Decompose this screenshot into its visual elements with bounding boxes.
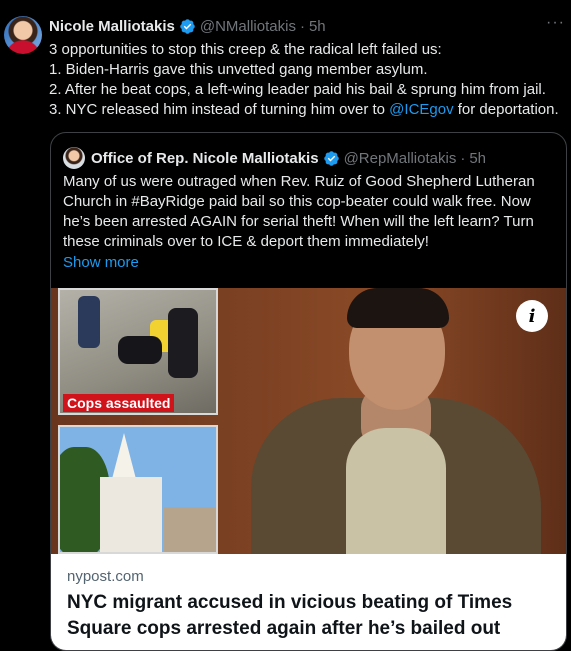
- verified-badge-icon: [323, 150, 339, 166]
- quote-author-handle[interactable]: @RepMalliotakis: [344, 150, 457, 167]
- quote-time[interactable]: 5h: [469, 150, 486, 167]
- suspect-photo: [251, 288, 566, 554]
- author-name[interactable]: Nicole Malliotakis: [49, 18, 175, 35]
- verified-badge-icon: [180, 18, 195, 34]
- tweet-text-end: for deportation.: [453, 101, 559, 118]
- card-image[interactable]: Cops assaulted i: [51, 288, 566, 554]
- tweet-text: 3 opportunities to stop this creep & the…: [49, 40, 571, 120]
- separator-dot: ·: [460, 149, 466, 167]
- tweet-time[interactable]: 5h: [309, 18, 326, 35]
- tweet[interactable]: Nicole Malliotakis @NMalliotakis · 5h ··…: [0, 0, 571, 651]
- quote-header: Office of Rep. Nicole Malliotakis @RepMa…: [63, 147, 486, 169]
- ellipsis-icon[interactable]: ···: [546, 14, 565, 32]
- separator-dot: ·: [299, 17, 305, 35]
- quote-avatar[interactable]: [63, 147, 85, 169]
- assault-photo: Cops assaulted: [58, 288, 218, 415]
- author-avatar[interactable]: [4, 16, 42, 54]
- author-handle[interactable]: @NMalliotakis: [200, 18, 296, 35]
- card-meta[interactable]: nypost.com NYC migrant accused in viciou…: [51, 554, 566, 650]
- card-domain: nypost.com: [67, 568, 144, 585]
- info-icon[interactable]: i: [516, 300, 548, 332]
- card-headline[interactable]: NYC migrant accused in vicious beating o…: [67, 590, 557, 642]
- quote-text: Many of us were outraged when Rev. Ruiz …: [63, 173, 535, 250]
- quote-author-name[interactable]: Office of Rep. Nicole Malliotakis: [91, 150, 319, 167]
- mention-link[interactable]: @ICEgov: [389, 101, 453, 118]
- link-card[interactable]: Cops assaulted i nypost.com NYC migrant …: [51, 288, 566, 650]
- show-more-link[interactable]: Show more: [63, 254, 139, 271]
- image-caption: Cops assaulted: [63, 394, 175, 412]
- quoted-tweet[interactable]: Office of Rep. Nicole Malliotakis @RepMa…: [50, 132, 567, 651]
- church-photo: [58, 425, 218, 554]
- tweet-header: Nicole Malliotakis @NMalliotakis · 5h: [49, 16, 326, 36]
